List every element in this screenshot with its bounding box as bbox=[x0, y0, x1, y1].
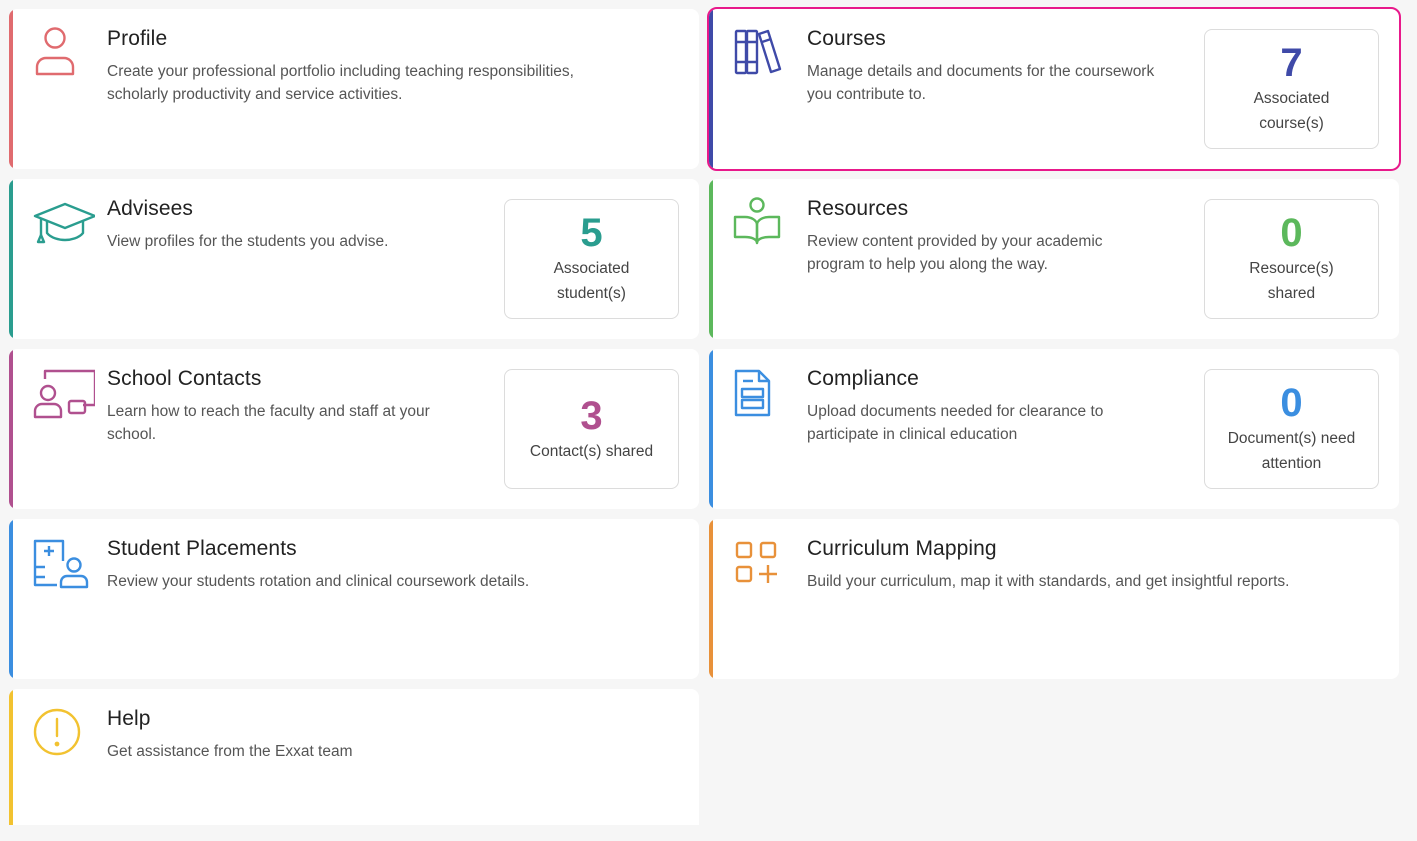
courses-stat-box: 7 Associated course(s) bbox=[1204, 29, 1379, 149]
person-icon bbox=[33, 27, 95, 79]
curriculum-mapping-description: Build your curriculum, map it with stand… bbox=[807, 573, 1290, 590]
profile-description: Create your professional portfolio inclu… bbox=[107, 63, 574, 103]
advisees-title: Advisees bbox=[107, 197, 194, 220]
advisees-card[interactable]: Advisees View profiles for the students … bbox=[9, 179, 699, 339]
student-placements-card[interactable]: Student Placements Review your students … bbox=[9, 519, 699, 679]
clipboard-user-icon bbox=[33, 537, 95, 589]
courses-accent-bar bbox=[709, 9, 713, 169]
grid-plus-icon bbox=[733, 537, 795, 589]
profile-title: Profile bbox=[107, 27, 168, 50]
student-placements-description: Review your students rotation and clinic… bbox=[107, 573, 530, 590]
help-accent-bar bbox=[9, 689, 13, 825]
curriculum-mapping-card[interactable]: Curriculum Mapping Build your curriculum… bbox=[709, 519, 1399, 679]
help-card[interactable]: Help Get assistance from the Exxat team bbox=[9, 689, 699, 825]
profile-card[interactable]: Profile Create your professional portfol… bbox=[9, 9, 699, 169]
courses-title: Courses bbox=[807, 27, 886, 50]
school-contacts-card[interactable]: School Contacts Learn how to reach the f… bbox=[9, 349, 699, 509]
curriculum-accent-bar bbox=[709, 519, 713, 679]
school-contacts-title: School Contacts bbox=[107, 367, 262, 390]
courses-card[interactable]: Courses Manage details and documents for… bbox=[707, 7, 1401, 171]
courses-count: 7 bbox=[1280, 41, 1303, 85]
resources-stat-label: Resource(s) shared bbox=[1249, 260, 1334, 302]
resources-accent-bar bbox=[709, 179, 713, 339]
contacts-count: 3 bbox=[580, 393, 603, 438]
compliance-count: 0 bbox=[1280, 381, 1303, 425]
reader-book-icon bbox=[733, 197, 795, 249]
school-contacts-description: Learn how to reach the faculty and staff… bbox=[107, 403, 430, 443]
placements-accent-bar bbox=[9, 519, 13, 679]
advisees-stat-label: Associated student(s) bbox=[553, 260, 630, 302]
advisees-count: 5 bbox=[580, 211, 603, 255]
contacts-stat-label: Contact(s) shared bbox=[529, 442, 654, 460]
contacts-accent-bar bbox=[9, 349, 13, 509]
resources-description: Review content provided by your academic… bbox=[807, 233, 1103, 273]
help-title: Help bbox=[107, 707, 151, 730]
courses-description: Manage details and documents for the cou… bbox=[807, 63, 1155, 103]
curriculum-mapping-title: Curriculum Mapping bbox=[807, 537, 997, 560]
document-icon bbox=[733, 367, 795, 419]
compliance-stat-box: 0 Document(s) need attention bbox=[1204, 369, 1379, 489]
student-placements-title: Student Placements bbox=[107, 537, 297, 560]
books-icon bbox=[733, 27, 795, 79]
advisees-stat-box: 5 Associated student(s) bbox=[504, 199, 679, 319]
resources-stat-box: 0 Resource(s) shared bbox=[1204, 199, 1379, 319]
help-description: Get assistance from the Exxat team bbox=[107, 743, 353, 760]
advisees-accent-bar bbox=[9, 179, 13, 339]
compliance-title: Compliance bbox=[807, 367, 919, 390]
resources-card[interactable]: Resources Review content provided by you… bbox=[709, 179, 1399, 339]
courses-stat-label: Associated course(s) bbox=[1253, 90, 1330, 132]
compliance-card[interactable]: Compliance Upload documents needed for c… bbox=[709, 349, 1399, 509]
compliance-accent-bar bbox=[709, 349, 713, 509]
advisees-description: View profiles for the students you advis… bbox=[107, 233, 389, 250]
resources-count: 0 bbox=[1280, 211, 1303, 255]
compliance-stat-label: Document(s) need attention bbox=[1227, 430, 1356, 472]
alert-circle-icon bbox=[33, 707, 95, 759]
contacts-stat-box: 3 Contact(s) shared bbox=[504, 369, 679, 489]
graduation-cap-icon bbox=[33, 197, 95, 249]
profile-accent-bar bbox=[9, 9, 13, 169]
contact-board-icon bbox=[33, 367, 95, 419]
compliance-description: Upload documents needed for clearance to… bbox=[807, 403, 1104, 443]
resources-title: Resources bbox=[807, 197, 909, 220]
